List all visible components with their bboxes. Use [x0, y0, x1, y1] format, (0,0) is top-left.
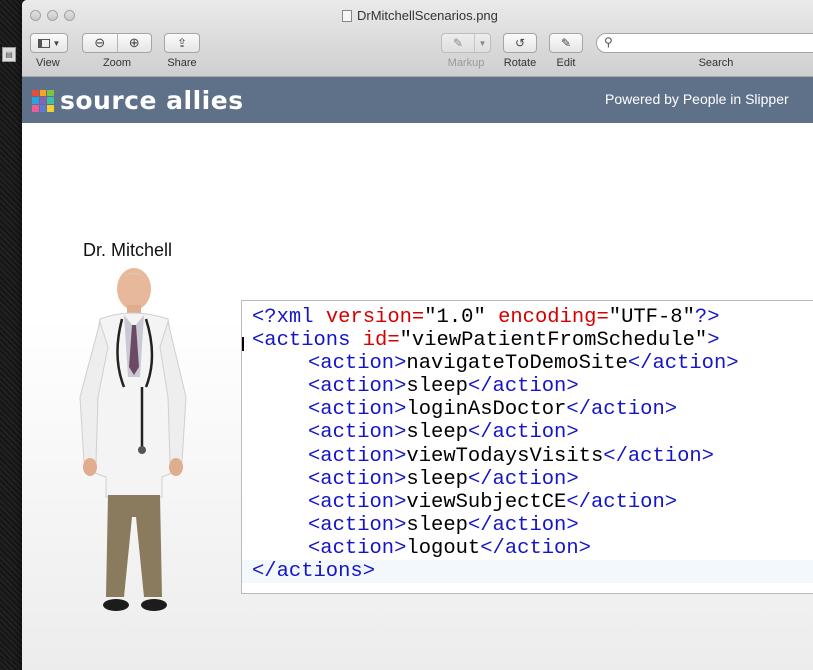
- rotate-icon: ↺: [514, 36, 526, 50]
- desktop-file-icon[interactable]: ▤: [2, 47, 16, 62]
- markup-button[interactable]: ✎ ▼: [441, 33, 491, 53]
- image-canvas: source allies Powered by People in Slipp…: [22, 77, 813, 670]
- action-line: <action>sleep</action>: [242, 468, 813, 491]
- action-close-tag: </action>: [627, 352, 739, 376]
- action-value: viewTodaysVisits: [406, 444, 604, 468]
- action-line: <action>sleep</action>: [242, 375, 813, 398]
- share-icon: ⇪: [176, 36, 188, 50]
- action-open-tag: <action>: [308, 513, 407, 537]
- action-line: <action>sleep</action>: [242, 514, 813, 537]
- chevron-down-icon: ▼: [478, 38, 487, 48]
- chevron-down-icon: ▼: [52, 38, 61, 48]
- xml-declaration-line: <?xml version="1.0" encoding="UTF-8"?>: [242, 306, 813, 329]
- edit-button[interactable]: ✎: [549, 33, 583, 53]
- image-file-icon: [342, 9, 352, 22]
- action-open-tag: <action>: [308, 467, 407, 491]
- action-value: viewSubjectCE: [406, 490, 567, 514]
- doctor-figure-image: [79, 268, 187, 611]
- zoom-in-button[interactable]: ⊕: [118, 34, 152, 52]
- logo-text: source allies: [60, 86, 244, 115]
- source-allies-logo: source allies: [32, 86, 244, 115]
- action-close-tag: </action>: [467, 513, 579, 537]
- action-line: <action>logout</action>: [242, 537, 813, 560]
- action-close-tag: </action>: [566, 398, 678, 422]
- close-window-button[interactable]: [30, 10, 41, 21]
- action-line: <action>viewTodaysVisits</action>: [242, 445, 813, 468]
- preview-window: DrMitchellScenarios.png ▼ View ⊖ ⊕ Zoom …: [22, 0, 813, 670]
- text-caret: [242, 337, 244, 351]
- action-value: navigateToDemoSite: [406, 352, 628, 376]
- action-open-tag: <action>: [308, 352, 407, 376]
- title-bar: DrMitchellScenarios.png ▼ View ⊖ ⊕ Zoom …: [22, 0, 813, 77]
- window-title: DrMitchellScenarios.png: [342, 8, 498, 23]
- action-value: logout: [406, 536, 481, 560]
- xml-decl-close: ?>: [694, 306, 720, 329]
- header-banner: source allies Powered by People in Slipp…: [22, 77, 813, 123]
- xml-encoding-value: "UTF-8": [608, 306, 695, 329]
- xml-encoding-attr: encoding=: [498, 306, 609, 329]
- xml-version-value: "1.0": [424, 306, 486, 329]
- markup-label: Markup: [447, 57, 485, 69]
- view-button[interactable]: ▼: [30, 33, 68, 53]
- rotate-button[interactable]: ↺: [503, 33, 537, 53]
- xml-version-attr: version=: [325, 306, 425, 329]
- action-value: sleep: [406, 467, 468, 491]
- actions-close-line: </actions>: [242, 560, 813, 584]
- action-value: sleep: [406, 513, 468, 537]
- action-value: loginAsDoctor: [406, 398, 567, 422]
- search-input[interactable]: [619, 36, 813, 52]
- search-field[interactable]: ⚲: [596, 33, 813, 53]
- action-open-tag: <action>: [308, 490, 407, 514]
- actions-open-line: <actions id="viewPatientFromSchedule">: [242, 329, 813, 352]
- zoom-in-icon: ⊕: [128, 35, 140, 50]
- zoom-out-button[interactable]: ⊖: [83, 34, 118, 52]
- action-close-tag: </action>: [467, 375, 579, 399]
- action-close-tag: </action>: [566, 490, 678, 514]
- search-label: Search: [698, 57, 734, 69]
- action-open-tag: <action>: [308, 421, 407, 445]
- action-line: <action>sleep</action>: [242, 421, 813, 444]
- zoom-control[interactable]: ⊖ ⊕: [82, 33, 152, 53]
- rotate-label: Rotate: [503, 57, 537, 69]
- doctor-name-label: Dr. Mitchell: [83, 240, 173, 260]
- action-close-tag: </action>: [603, 444, 714, 468]
- pen-icon: ✎: [452, 36, 463, 50]
- banner-tagline: Powered by People in Slipper: [605, 91, 789, 107]
- action-open-tag: <action>: [308, 398, 407, 422]
- share-label: Share: [167, 57, 197, 69]
- action-close-tag: </action>: [467, 421, 579, 445]
- search-icon: ⚲: [604, 35, 613, 49]
- minimize-window-button[interactable]: [47, 10, 58, 21]
- edit-label: Edit: [556, 57, 576, 69]
- action-line: <action>navigateToDemoSite</action>: [242, 352, 813, 375]
- action-open-tag: <action>: [308, 375, 407, 399]
- action-value: sleep: [406, 421, 468, 445]
- zoom-out-icon: ⊖: [94, 35, 106, 50]
- edit-pencil-icon: ✎: [560, 36, 572, 50]
- window-title-text: DrMitchellScenarios.png: [357, 8, 498, 23]
- xml-code-panel: <?xml version="1.0" encoding="UTF-8"?> <…: [241, 300, 813, 594]
- xml-decl-open: <?xml: [252, 306, 326, 329]
- action-close-tag: </action>: [480, 536, 591, 560]
- view-label: View: [36, 57, 60, 69]
- actions-id-value: "viewPatientFromSchedule": [399, 329, 708, 353]
- zoom-label: Zoom: [102, 57, 132, 69]
- action-line: <action>viewSubjectCE</action>: [242, 491, 813, 514]
- action-line: <action>loginAsDoctor</action>: [242, 398, 813, 421]
- actions-close-tag: </actions>: [252, 560, 376, 584]
- action-close-tag: </action>: [467, 467, 579, 491]
- action-open-tag: <action>: [308, 444, 407, 468]
- actions-open-tag-end: >: [707, 329, 720, 353]
- logo-squares-icon: [32, 89, 54, 112]
- share-button[interactable]: ⇪: [164, 33, 200, 53]
- actions-open-tag: <actions: [252, 329, 363, 353]
- sidebar-icon: [37, 38, 50, 48]
- action-value: sleep: [406, 375, 468, 399]
- zoom-window-button[interactable]: [64, 10, 75, 21]
- actions-id-attr: id=: [362, 329, 400, 353]
- window-controls: [30, 10, 75, 21]
- action-open-tag: <action>: [308, 536, 407, 560]
